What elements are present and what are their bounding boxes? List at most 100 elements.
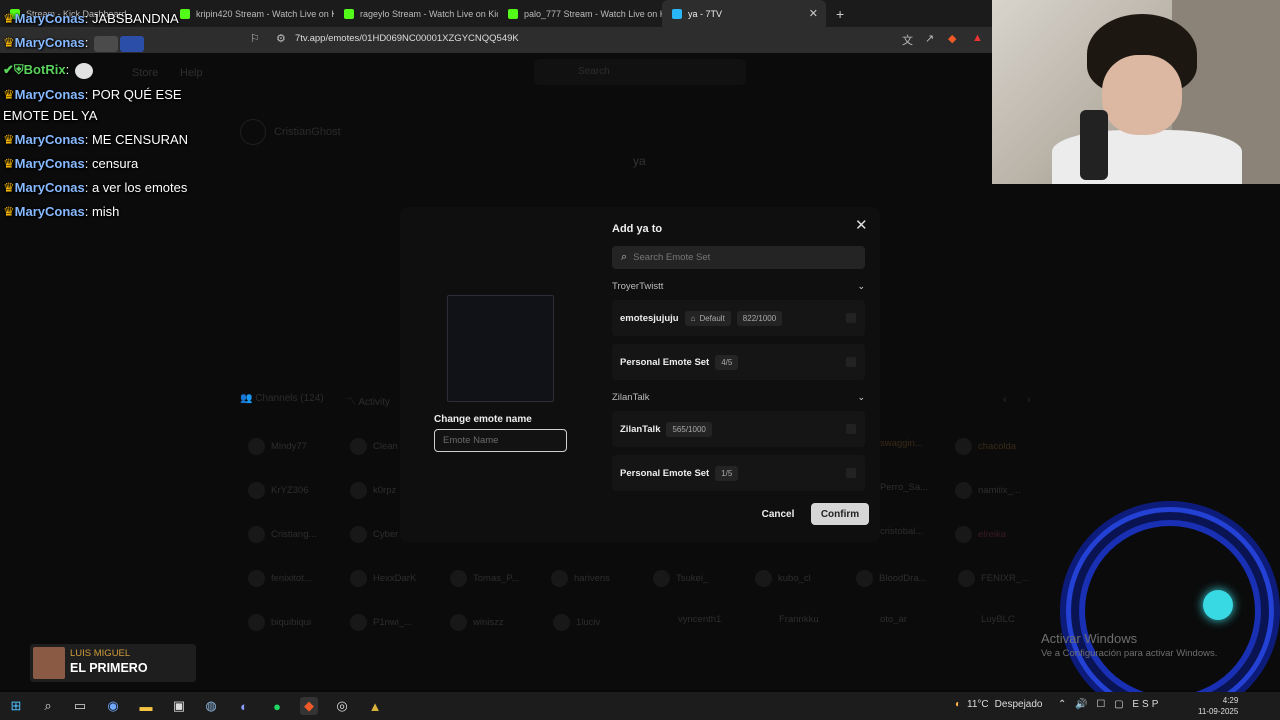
kick-favicon-icon [344,8,354,19]
channel-item[interactable]: namiiix_... [955,482,1021,499]
chat-message: ♛MaryConas: a ver los emotes [3,180,188,195]
tab-label: rageylo Stream - Watch Live on Kick [360,8,498,19]
set-name: Personal Emote Set [620,356,710,368]
site-info-icon[interactable]: ⚙ [276,32,286,45]
app-icon[interactable]: ▣ [170,697,188,715]
channel-item[interactable]: k0rpz [350,482,396,499]
brave-browser-icon[interactable]: ◆ [300,697,318,715]
song-alert-overlay: LUIS MIGUEL EL PRIMERO [30,644,196,682]
chevron-down-icon[interactable]: ⌄ [857,281,865,292]
emote-set-row[interactable]: Personal Emote Set 4/5 [612,344,865,380]
steam-icon[interactable]: ◍ [202,697,220,715]
channel-item[interactable]: KrYZ306 [248,482,309,499]
channel-item[interactable]: Mindy77 [248,438,307,455]
weather-widget[interactable]: ◐ 11°C Despejado [955,699,1042,710]
site-search-input[interactable]: Search [534,59,746,85]
channel-item[interactable]: Cyber [350,526,398,543]
share-icon[interactable]: ↗ [925,32,934,45]
emote-set-search[interactable]: ⌕ [612,246,865,269]
obs-icon[interactable]: ◎ [333,697,351,715]
emote-set-row[interactable]: emotesjujuju ⌂ Default 822/1000 [612,300,865,336]
tab-channels[interactable]: 👥 Channels (124) [240,393,324,408]
channel-item[interactable]: kubo_cl [755,570,811,587]
set-checkbox[interactable] [846,357,856,367]
channel-item[interactable]: biquibiqui [248,614,311,631]
task-view-icon[interactable]: ▭ [71,697,89,715]
set-checkbox[interactable] [846,468,856,478]
brave-shield-icon[interactable]: ◆ [948,32,956,45]
channel-item[interactable]: Perro_Sa... [880,482,928,493]
file-explorer-icon[interactable]: ▬ [137,697,155,715]
set-checkbox[interactable] [846,424,856,434]
group-header-zilantalk[interactable]: ZilanTalk ⌄ [612,392,865,403]
channel-item[interactable]: vyncenth1 [678,614,721,625]
copilot-icon[interactable]: ◉ [104,697,122,715]
chevron-down-icon[interactable]: ⌄ [857,392,865,403]
chat-emote-image [74,62,93,79]
chat-message: ♛MaryConas: censura [3,156,139,171]
channel-item[interactable]: Tsukei_ [653,570,708,587]
rewards-icon[interactable]: ▲ [972,32,983,44]
channel-item[interactable]: fenixitot... [248,570,312,587]
crown-icon: ♛ [3,156,15,171]
spotify-icon[interactable]: ● [268,697,286,715]
channel-item[interactable]: Frannkku [779,614,819,625]
channel-item[interactable]: winiszz [450,614,504,631]
channel-item[interactable]: Cristiang... [248,526,316,543]
clock[interactable]: 4:29 11-09-2025 [1198,695,1238,717]
7tv-favicon-icon [672,8,682,19]
add-emote-modal: Add ya to ✕ Change emote name ⌕ TroyerTw… [400,207,880,542]
search-icon: ⌕ [621,251,628,263]
next-page-icon[interactable]: › [1027,394,1031,406]
tab-7tv-active[interactable]: ya - 7TV ✕ [662,0,826,27]
home-icon: ⌂ [690,313,696,323]
tab-activity[interactable]: 〽 Activity [346,393,390,408]
new-tab-icon[interactable]: + [836,6,844,22]
emote-set-row[interactable]: Personal Emote Set 1/5 [612,455,865,491]
system-tray[interactable]: ⌃ 🔊 ☐ ▢ ESP [1058,699,1161,710]
channel-item[interactable]: BloodDra... [856,570,927,587]
app-icon[interactable]: ▲ [366,697,384,715]
channel-item[interactable]: harivens [551,570,610,587]
emote-set-search-input[interactable] [633,252,844,263]
channel-item[interactable]: oto_ar [880,614,907,625]
cancel-button[interactable]: Cancel [753,504,803,524]
visualizer-orb [1203,590,1233,620]
modal-title: Add ya to [612,223,663,235]
kick-favicon-icon [508,8,518,19]
windows-start-icon[interactable]: ⊞ [7,697,25,715]
url-text[interactable]: 7tv.app/emotes/01HD069NC00001XZGYCNQQ549… [295,33,519,44]
tab-palo777[interactable]: palo_777 Stream - Watch Live on Kick [498,0,662,27]
channel-item[interactable]: swaggin... [880,438,923,449]
set-capacity-badge: 565/1000 [666,421,712,437]
emote-name-input[interactable] [434,429,567,452]
translate-icon[interactable]: 文 [902,32,913,48]
tab-rageylo[interactable]: rageylo Stream - Watch Live on Kick [334,0,498,27]
chat-message-continued: EMOTE DEL YA [3,108,98,123]
crown-icon: ♛ [3,35,15,50]
discord-icon[interactable]: ◐ [235,697,253,715]
group-header-troyertwistt[interactable]: TroyerTwistt ⌄ [612,281,865,292]
alert-artist: LUIS MIGUEL [70,648,131,659]
emote-owner[interactable]: CristianGhost [240,119,341,145]
close-icon[interactable]: ✕ [855,216,868,234]
crown-icon: ♛ [3,87,15,102]
channel-item[interactable]: elreika [955,526,1006,543]
prev-page-icon[interactable]: ‹ [1003,394,1007,406]
channel-item[interactable]: FENIXR_... [958,570,1029,587]
channel-item[interactable]: 1luciv [553,614,600,631]
channel-item[interactable]: LuyBLC [981,614,1015,625]
confirm-button[interactable]: Confirm [811,503,869,525]
channel-item[interactable]: HexxDarK [350,570,416,587]
channel-item[interactable]: Tomas_P... [450,570,519,587]
channel-item[interactable]: Clean [350,438,398,455]
set-checkbox[interactable] [846,313,856,323]
stream-chat-overlay: ♛MaryConas: JABSBANDNA ♛MaryConas: ✔⛨Bot… [0,0,215,230]
channel-item[interactable]: chacolda [955,438,1016,455]
search-icon[interactable]: ⌕ [39,697,57,715]
channel-item[interactable]: cristobal... [880,526,923,537]
close-tab-icon[interactable]: ✕ [809,7,818,20]
emote-set-row[interactable]: ZilanTalk 565/1000 [612,411,865,447]
channel-item[interactable]: P1nwi_... [350,614,412,631]
bookmark-icon[interactable]: ⚐ [250,32,260,45]
